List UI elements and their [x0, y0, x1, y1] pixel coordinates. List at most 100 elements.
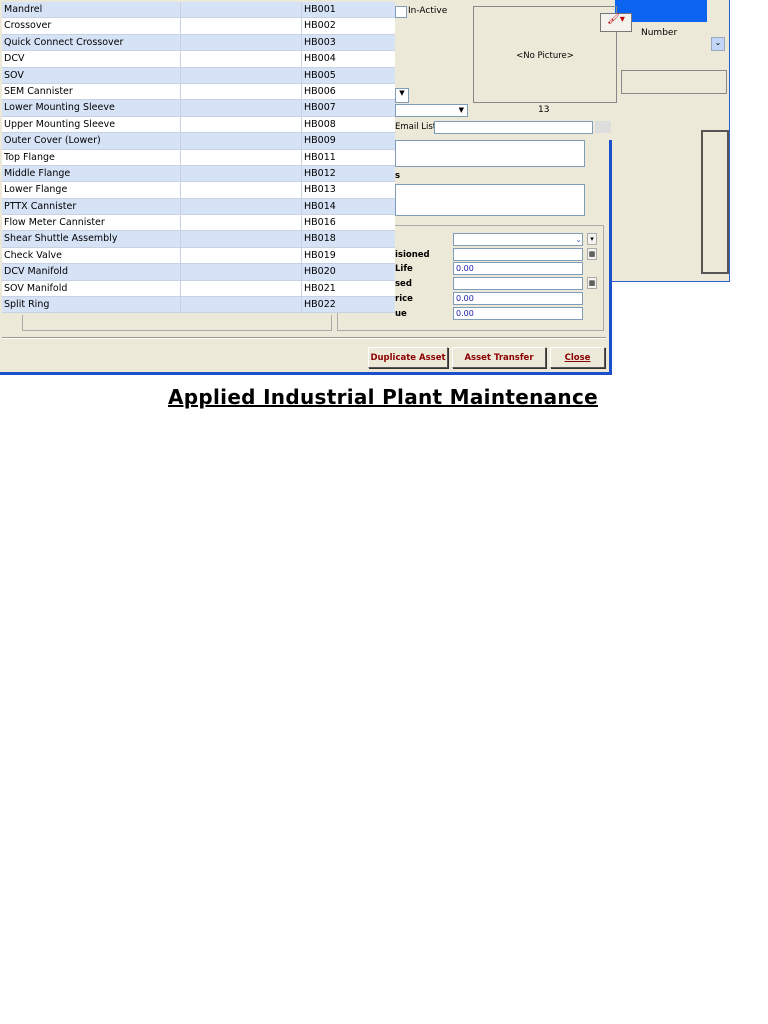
asset-cell [181, 149, 302, 165]
asset-row[interactable]: DCV HB004 [2, 51, 395, 68]
asset-row[interactable]: Lower Mounting Sleeve HB007 [2, 100, 395, 117]
asset-cell [181, 67, 302, 83]
background-window: Number ⌄ [600, 0, 730, 282]
email-list-button[interactable] [595, 121, 611, 133]
asset-code: HB011 [304, 151, 336, 163]
asset-code: HB001 [304, 4, 336, 15]
asset-name: Mandrel [2, 2, 181, 18]
asset-list: Mandrel HB001 Crossover HB002 Quick Connect … [2, 2, 395, 314]
inactive-checkbox[interactable] [395, 6, 407, 18]
paint-brush-icon[interactable]: 🖌▾ [600, 13, 632, 32]
asset-name: Split Ring [2, 297, 181, 313]
asset-row[interactable]: Quick Connect Crossover HB003 [2, 34, 395, 52]
asset-cell [181, 264, 302, 280]
asset-row[interactable]: PTTX Cannister HB014 [2, 198, 395, 216]
commissioned-input[interactable] [453, 248, 583, 261]
commissioned-label: isioned [395, 250, 430, 260]
asset-name: Outer Cover (Lower) [2, 133, 181, 149]
dropdown-arrow-icon[interactable]: ▼ [395, 88, 409, 103]
asset-row[interactable]: Top Flange HB011 [2, 149, 395, 166]
calendar-icon[interactable]: ▦ [587, 277, 597, 289]
asset-name: Quick Connect Crossover [2, 34, 181, 51]
asset-cell [181, 231, 302, 247]
asset-cell [181, 198, 302, 215]
asset-name: DCV Manifold [2, 264, 181, 280]
price-label: rice [395, 294, 413, 304]
asset-cell [181, 182, 302, 198]
picture-box[interactable]: <No Picture> [473, 6, 617, 103]
life-input[interactable]: 0.00 [453, 262, 583, 275]
email-list-label: Email List [395, 122, 437, 132]
asset-transfer-button[interactable]: Asset Transfer [452, 347, 546, 368]
asset-code: HB021 [304, 282, 336, 294]
asset-name: Middle Flange [2, 165, 181, 182]
asset-code: HB014 [304, 200, 336, 212]
asset-code: HB020 [304, 266, 336, 278]
asset-row[interactable]: DCV Manifold HB020 [2, 264, 395, 281]
asset-code: HB009 [304, 135, 336, 147]
asset-name: SOV [2, 67, 181, 83]
asset-cell [181, 51, 302, 67]
close-button[interactable]: Close [550, 347, 605, 368]
asset-name: Lower Mounting Sleeve [2, 100, 181, 116]
asset-cell [181, 280, 302, 297]
asset-window: In-Active <No Picture> 🖌▾ ▼ ▼ 13 Email L… [0, 0, 632, 375]
list-footer [22, 315, 332, 331]
value-label: ue [395, 309, 407, 319]
notes-box[interactable] [395, 140, 585, 167]
picture-count: 13 [538, 105, 550, 115]
asset-cell [181, 247, 302, 264]
filter-icon[interactable]: ▾ [587, 233, 597, 245]
asset-cell [181, 165, 302, 182]
duplicate-asset-button[interactable]: Duplicate Asset [368, 347, 448, 368]
asset-row[interactable]: SOV HB005 [2, 67, 395, 84]
asset-row[interactable]: Crossover HB002 [2, 18, 395, 35]
calendar-icon[interactable]: ▦ [587, 248, 597, 260]
email-list-input[interactable] [434, 121, 593, 134]
asset-name: SEM Cannister [2, 83, 181, 100]
asset-cell [181, 133, 302, 149]
asset-code: HB019 [304, 249, 336, 261]
asset-row[interactable]: Mandrel HB001 [2, 2, 395, 19]
asset-code: HB018 [304, 233, 336, 245]
asset-row[interactable]: Middle Flange HB012 [2, 165, 395, 183]
asset-cell [181, 83, 302, 100]
asset-code: HB007 [304, 102, 336, 114]
asset-cell [181, 100, 302, 116]
asset-row[interactable]: SOV Manifold HB021 [2, 280, 395, 298]
asset-code: HB003 [304, 36, 336, 48]
asset-row[interactable]: Lower Flange HB013 [2, 182, 395, 199]
asset-code: HB013 [304, 184, 336, 196]
asset-row[interactable]: SEM Cannister HB006 [2, 83, 395, 101]
dropdown-icon[interactable]: ⌄ [711, 37, 725, 51]
asset-name: Upper Mounting Sleeve [2, 116, 181, 133]
divider [2, 337, 606, 339]
price-input[interactable]: 0.00 [453, 292, 583, 305]
asset-name: Check Valve [2, 247, 181, 264]
asset-row[interactable]: Check Valve HB019 [2, 247, 395, 265]
asset-row[interactable]: Split Ring HB022 [2, 297, 395, 314]
column-header-number: Number [641, 28, 678, 38]
remarks-box[interactable] [395, 184, 585, 216]
panel [621, 70, 727, 94]
asset-code: HB005 [304, 69, 336, 81]
asset-row[interactable]: Outer Cover (Lower) HB009 [2, 133, 395, 150]
used-input[interactable] [453, 277, 583, 290]
notes-label: s [395, 171, 401, 181]
category-select[interactable]: ⌄ [453, 233, 583, 246]
asset-row[interactable]: Shear Shuttle Assembly HB018 [2, 231, 395, 248]
asset-code: HB016 [304, 217, 336, 229]
asset-code: HB004 [304, 53, 336, 65]
asset-row[interactable]: Upper Mounting Sleeve HB008 [2, 116, 395, 134]
asset-row[interactable]: Flow Meter Cannister HB016 [2, 215, 395, 232]
asset-code: HB006 [304, 85, 336, 97]
asset-cell [181, 34, 302, 51]
asset-name: DCV [2, 51, 181, 67]
page-title: Applied Industrial Plant Maintenance [168, 385, 598, 409]
asset-name: Top Flange [2, 149, 181, 165]
combo-field[interactable]: ▼ [395, 104, 468, 117]
asset-cell [181, 2, 302, 18]
panel-frame [701, 130, 729, 274]
used-label: sed [395, 279, 412, 289]
value-input[interactable]: 0.00 [453, 307, 583, 320]
